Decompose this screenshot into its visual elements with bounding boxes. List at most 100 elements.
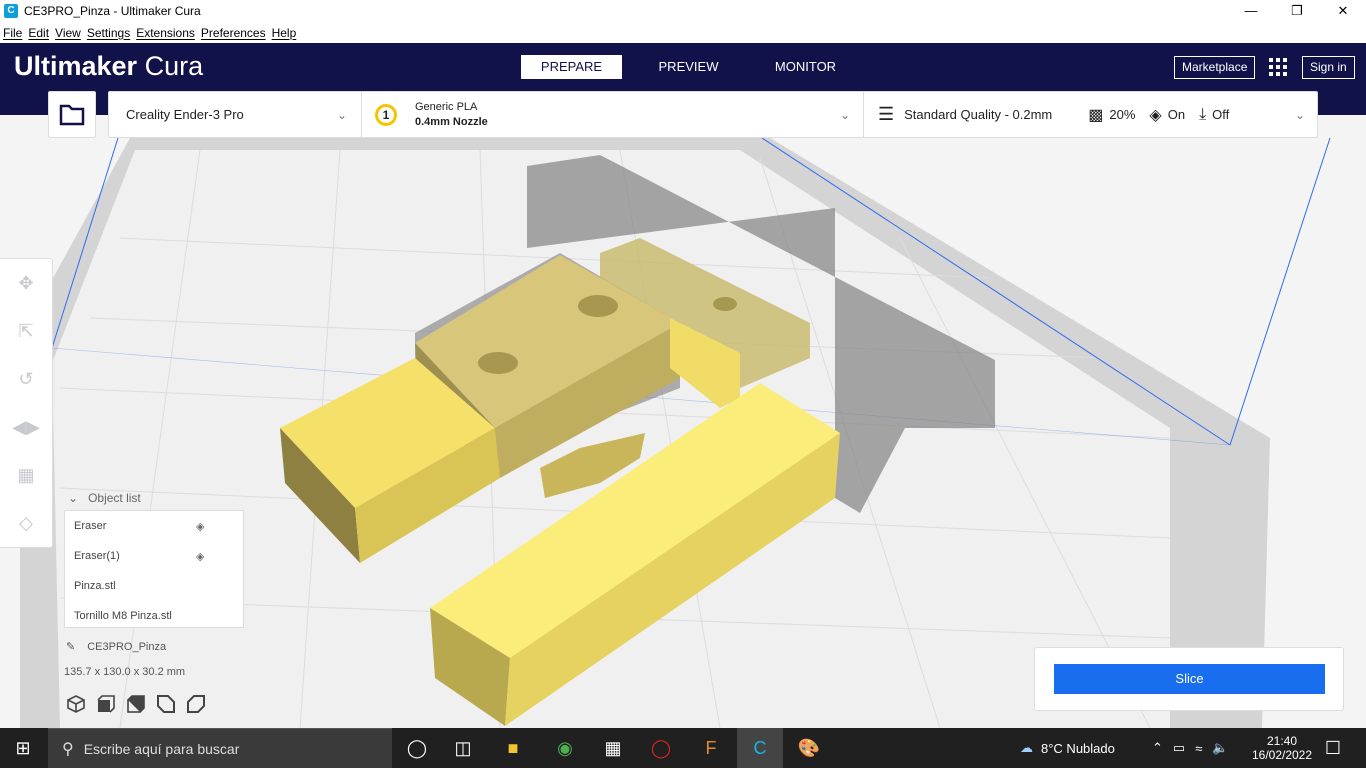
weather-widget[interactable]: ☁ 8°C Nublado: [1020, 728, 1115, 768]
model-dimensions: 135.7 x 130.0 x 30.2 mm: [64, 666, 186, 678]
chevron-up-icon[interactable]: ⌃: [1152, 740, 1163, 756]
windows-taskbar: ⊞ ⚲ Escribe aquí para buscar ◯ ◫ ■ ◉ ▦ ◯ …: [0, 728, 1366, 768]
support-value: On: [1167, 107, 1186, 122]
logo: Ultimaker Cura: [14, 51, 203, 82]
menu-help[interactable]: Help: [272, 26, 297, 40]
job-name-text: CE3PRO_Pinza: [87, 640, 167, 653]
scale-tool-icon[interactable]: ⇱: [0, 307, 52, 355]
close-button[interactable]: ✕: [1320, 0, 1366, 22]
material-name: Generic PLA: [415, 100, 478, 113]
sign-in-button[interactable]: Sign in: [1302, 56, 1355, 79]
tab-preview[interactable]: PREVIEW: [638, 55, 739, 79]
front-view-icon[interactable]: [96, 694, 116, 714]
menu-view[interactable]: View: [55, 26, 81, 40]
rotate-tool-icon[interactable]: ↺: [0, 355, 52, 403]
apps-grid-icon[interactable]: [1269, 58, 1287, 76]
maximize-button[interactable]: ❐: [1274, 0, 1320, 22]
title-bar: C CE3PRO_Pinza - Ultimaker Cura — ❐ ✕: [0, 0, 1366, 22]
volume-icon[interactable]: 🔈: [1212, 740, 1228, 756]
object-list-toggle[interactable]: ⌄ Object list: [68, 491, 141, 505]
cortana-icon[interactable]: ◯: [394, 728, 440, 768]
job-name[interactable]: ✎ CE3PRO_Pinza: [66, 640, 167, 654]
printer-name: Creality Ender-3 Pro: [126, 107, 244, 122]
folder-icon: [59, 104, 85, 125]
object-list: Eraser ◈ Eraser(1) ◈ Pinza.stl Tornillo M8…: [64, 510, 244, 628]
taskbar-search[interactable]: ⚲ Escribe aquí para buscar: [48, 728, 392, 768]
wifi-icon[interactable]: ≈: [1195, 741, 1202, 756]
support-blocker-icon[interactable]: ◇: [0, 499, 52, 547]
support-icon: ◈: [1149, 106, 1162, 124]
tab-prepare[interactable]: PREPARE: [521, 55, 622, 79]
3d-viewport[interactable]: [0, 137, 1366, 729]
search-placeholder: Escribe aquí para buscar: [83, 740, 240, 757]
per-model-settings-icon[interactable]: ▦: [0, 451, 52, 499]
opera-icon[interactable]: ◯: [638, 728, 684, 768]
camera-views: [66, 694, 206, 714]
chevron-down-icon: ⌄: [840, 107, 851, 122]
infill-icon: ▩: [1088, 106, 1104, 124]
battery-icon[interactable]: ▭: [1173, 740, 1185, 756]
left-view-icon[interactable]: [156, 694, 176, 714]
chevron-down-icon: ⌄: [68, 491, 79, 505]
support-blocker-icon: ◈: [196, 550, 205, 563]
object-name: Pinza.stl: [74, 580, 116, 592]
list-item[interactable]: Eraser ◈: [65, 511, 243, 541]
object-name: Eraser: [74, 520, 107, 532]
printer-selector[interactable]: Creality Ender-3 Pro ⌄: [109, 92, 361, 137]
paint-icon[interactable]: 🎨: [786, 728, 832, 768]
object-list-title: Object list: [88, 491, 141, 505]
3d-view-icon[interactable]: [66, 694, 86, 714]
cloud-icon: ☁: [1020, 740, 1033, 755]
date: 16/02/2022: [1251, 748, 1313, 762]
pencil-icon: ✎: [66, 641, 76, 653]
list-item[interactable]: Pinza.stl: [65, 571, 243, 601]
slice-button[interactable]: Slice: [1054, 664, 1325, 694]
clock[interactable]: 21:40 16/02/2022: [1252, 728, 1312, 768]
weather-text: 8°C Nublado: [1041, 740, 1115, 756]
chevron-down-icon: ⌄: [1294, 107, 1305, 122]
adhesion-icon: ⤓: [1199, 105, 1207, 123]
list-item[interactable]: Tornillo M8 Pinza.stl: [65, 601, 243, 631]
open-file-button[interactable]: [48, 91, 96, 138]
task-view-icon[interactable]: ◫: [440, 728, 486, 768]
menu-bar: File Edit View Settings Extensions Prefe…: [0, 22, 1366, 43]
windows-start-icon[interactable]: ⊞: [0, 728, 46, 768]
window-title: CE3PRO_Pinza - Ultimaker Cura: [24, 4, 201, 18]
search-icon: ⚲: [62, 740, 74, 758]
menu-settings[interactable]: Settings: [87, 26, 130, 40]
mirror-tool-icon[interactable]: ◀▶: [0, 403, 52, 451]
top-view-icon[interactable]: [126, 694, 146, 714]
right-view-icon[interactable]: [186, 694, 206, 714]
support-blocker-icon: ◈: [196, 520, 205, 533]
cura-taskbar-icon[interactable]: C: [737, 728, 783, 768]
cura-app-icon: C: [4, 4, 18, 18]
logo-light: Cura: [144, 51, 204, 81]
menu-edit[interactable]: Edit: [28, 26, 49, 40]
material-selector[interactable]: 1 Generic PLA 0.4mm Nozzle ⌄: [361, 92, 863, 137]
menu-file[interactable]: File: [3, 26, 22, 40]
store-icon[interactable]: ▦: [590, 728, 636, 768]
tab-monitor[interactable]: MONITOR: [755, 55, 856, 79]
slice-panel: Slice: [1034, 647, 1344, 711]
transform-toolbar: ✥ ⇱ ↺ ◀▶ ▦ ◇: [0, 258, 53, 548]
file-explorer-icon[interactable]: ■: [490, 728, 536, 768]
menu-preferences[interactable]: Preferences: [201, 26, 266, 40]
object-name: Eraser(1): [74, 550, 120, 562]
print-settings-selector[interactable]: ☰ Standard Quality - 0.2mm ▩ 20% ◈ On ⤓ …: [863, 92, 1317, 137]
menu-extensions[interactable]: Extensions: [136, 26, 195, 40]
system-tray: ⌃ ▭ ≈ 🔈: [1152, 728, 1229, 768]
notifications-icon[interactable]: ☐: [1310, 728, 1356, 768]
fusion-app-icon[interactable]: F: [688, 728, 734, 768]
chrome-icon[interactable]: ◉: [542, 728, 588, 768]
list-item[interactable]: Eraser(1) ◈: [65, 541, 243, 571]
move-tool-icon[interactable]: ✥: [0, 259, 52, 307]
quality-profile: Standard Quality - 0.2mm: [904, 107, 1053, 122]
marketplace-button[interactable]: Marketplace: [1174, 56, 1256, 79]
logo-bold: Ultimaker: [14, 51, 138, 81]
settings-sliders-icon: ☰: [878, 104, 895, 124]
minimize-button[interactable]: —: [1228, 0, 1274, 22]
extruder-badge: 1: [375, 103, 397, 126]
chevron-down-icon: ⌄: [337, 107, 348, 122]
print-setup-toolbar: Creality Ender-3 Pro ⌄ 1 Generic PLA 0.4…: [108, 91, 1318, 138]
infill-value: 20%: [1109, 107, 1136, 122]
